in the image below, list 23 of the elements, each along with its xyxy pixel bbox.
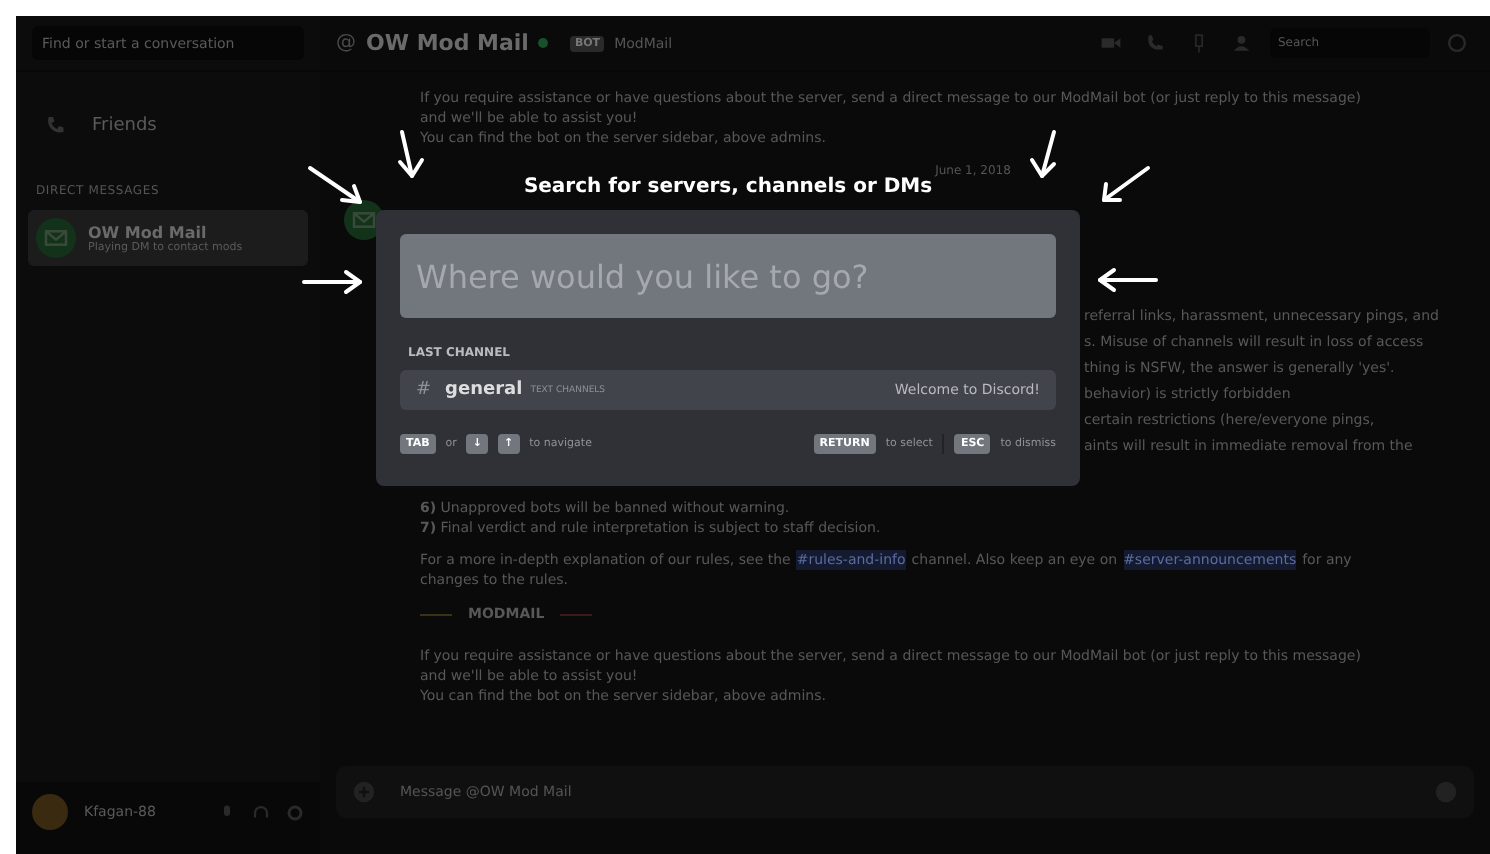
annotation-arrow [1098, 268, 1158, 292]
annotation-arrow [398, 130, 424, 178]
switcher-title: Search for servers, channels or DMs [521, 176, 934, 198]
headphones-icon[interactable] [252, 803, 270, 821]
annotation-arrow [302, 270, 362, 294]
dm-name: OW Mod Mail [88, 223, 209, 241]
envelope-avatar-icon [36, 218, 76, 258]
friends-link[interactable]: Friends [92, 116, 157, 136]
add-friend-icon[interactable] [1232, 32, 1254, 54]
annotation-arrow [1102, 166, 1150, 202]
online-status-icon [538, 38, 549, 48]
channel-title: OW Mod Mail [366, 30, 529, 56]
annotation-arrow [1030, 130, 1056, 178]
channel-name: general [445, 380, 523, 400]
avatar-icon [32, 794, 68, 830]
phone-icon [44, 114, 68, 138]
annotation-arrow [308, 166, 362, 204]
video-camera-icon[interactable] [1100, 32, 1122, 54]
channel-hash: # [416, 380, 432, 400]
settings-icon[interactable] [286, 803, 304, 821]
microphone-icon[interactable] [218, 803, 236, 821]
at-sign: @ [336, 32, 356, 54]
phone-icon[interactable] [1144, 32, 1166, 54]
